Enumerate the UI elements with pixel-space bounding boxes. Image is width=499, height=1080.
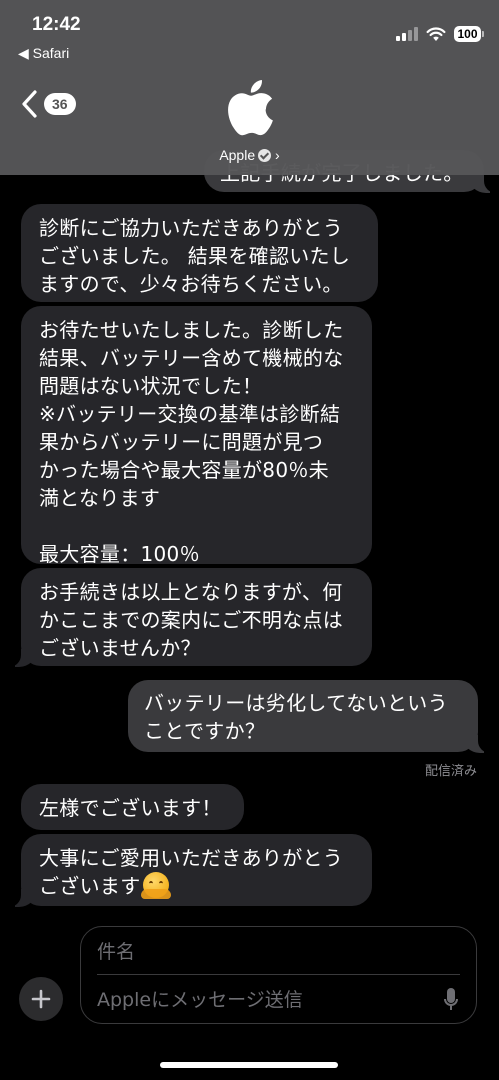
message-bubble-incoming[interactable]: 左様でございます！ — [21, 784, 244, 830]
message-text: お待たせいたしました。診断した 結果、バッテリー含めて機械的な 問題はない状況で… — [39, 318, 344, 566]
bubble-tail — [466, 735, 484, 753]
contact-name: Apple — [219, 147, 256, 163]
message-text: 左様でございます！ — [39, 796, 222, 820]
status-indicators: 100 — [396, 26, 484, 42]
cellular-signal-icon — [396, 27, 418, 41]
verified-badge-icon — [258, 149, 272, 162]
compose-box — [80, 926, 477, 1024]
message-text: バッテリーは劣化してないという ことですか？ — [144, 691, 448, 743]
wifi-icon — [426, 26, 446, 41]
bubble-tail — [472, 175, 490, 193]
microphone-icon[interactable] — [444, 987, 458, 1013]
subject-input[interactable] — [97, 939, 427, 965]
conversation-header: 12:42 ◀ Safari 100 36 Apple › — [0, 0, 499, 175]
battery-icon: 100 — [454, 26, 484, 42]
chevron-left-icon — [22, 90, 37, 118]
message-text-wrap: 大事にご愛用いただきありがとう ございます — [39, 844, 356, 900]
back-to-app-link[interactable]: ◀ Safari — [18, 45, 69, 62]
bubble-tail — [15, 889, 33, 907]
contact-name-button[interactable]: Apple › — [0, 147, 499, 163]
back-button[interactable]: 36 — [20, 90, 76, 118]
plus-icon — [31, 989, 51, 1009]
message-text: 大事にご愛用いただきありがとう ございます — [39, 846, 344, 898]
add-attachment-button[interactable] — [19, 977, 63, 1021]
apple-logo-icon[interactable] — [220, 76, 276, 138]
message-text: お手続きは以上となりますが、何 かここまでの案内にご不明な点は ございませんか？ — [39, 580, 344, 660]
hugging-face-emoji-icon — [140, 872, 171, 899]
message-bubble-incoming[interactable]: お待たせいたしました。診断した 結果、バッテリー含めて機械的な 問題はない状況で… — [21, 306, 372, 566]
delivered-status: 配信済み — [424, 764, 477, 779]
message-bubble-outgoing[interactable]: バッテリーは劣化してないという ことですか？ — [128, 680, 484, 753]
divider — [97, 974, 460, 975]
unread-count-badge: 36 — [44, 93, 76, 115]
message-bubble-incoming[interactable]: 大事にご愛用いただきありがとう ございます — [15, 834, 372, 907]
message-text: 診断にご協力いただきありがとう ございました。 結果を確認いたし ますので、少々… — [39, 216, 351, 296]
bubble-tail — [15, 649, 33, 667]
status-time: 12:42 — [32, 14, 81, 35]
chevron-right-icon: › — [275, 147, 280, 163]
home-indicator[interactable] — [160, 1062, 338, 1068]
message-input[interactable] — [97, 987, 427, 1013]
message-bubble-incoming[interactable]: お手続きは以上となりますが、何 かここまでの案内にご不明な点は ございませんか？ — [15, 568, 372, 667]
message-bubble-incoming[interactable]: 診断にご協力いただきありがとう ございました。 結果を確認いたし ますので、少々… — [21, 204, 378, 302]
